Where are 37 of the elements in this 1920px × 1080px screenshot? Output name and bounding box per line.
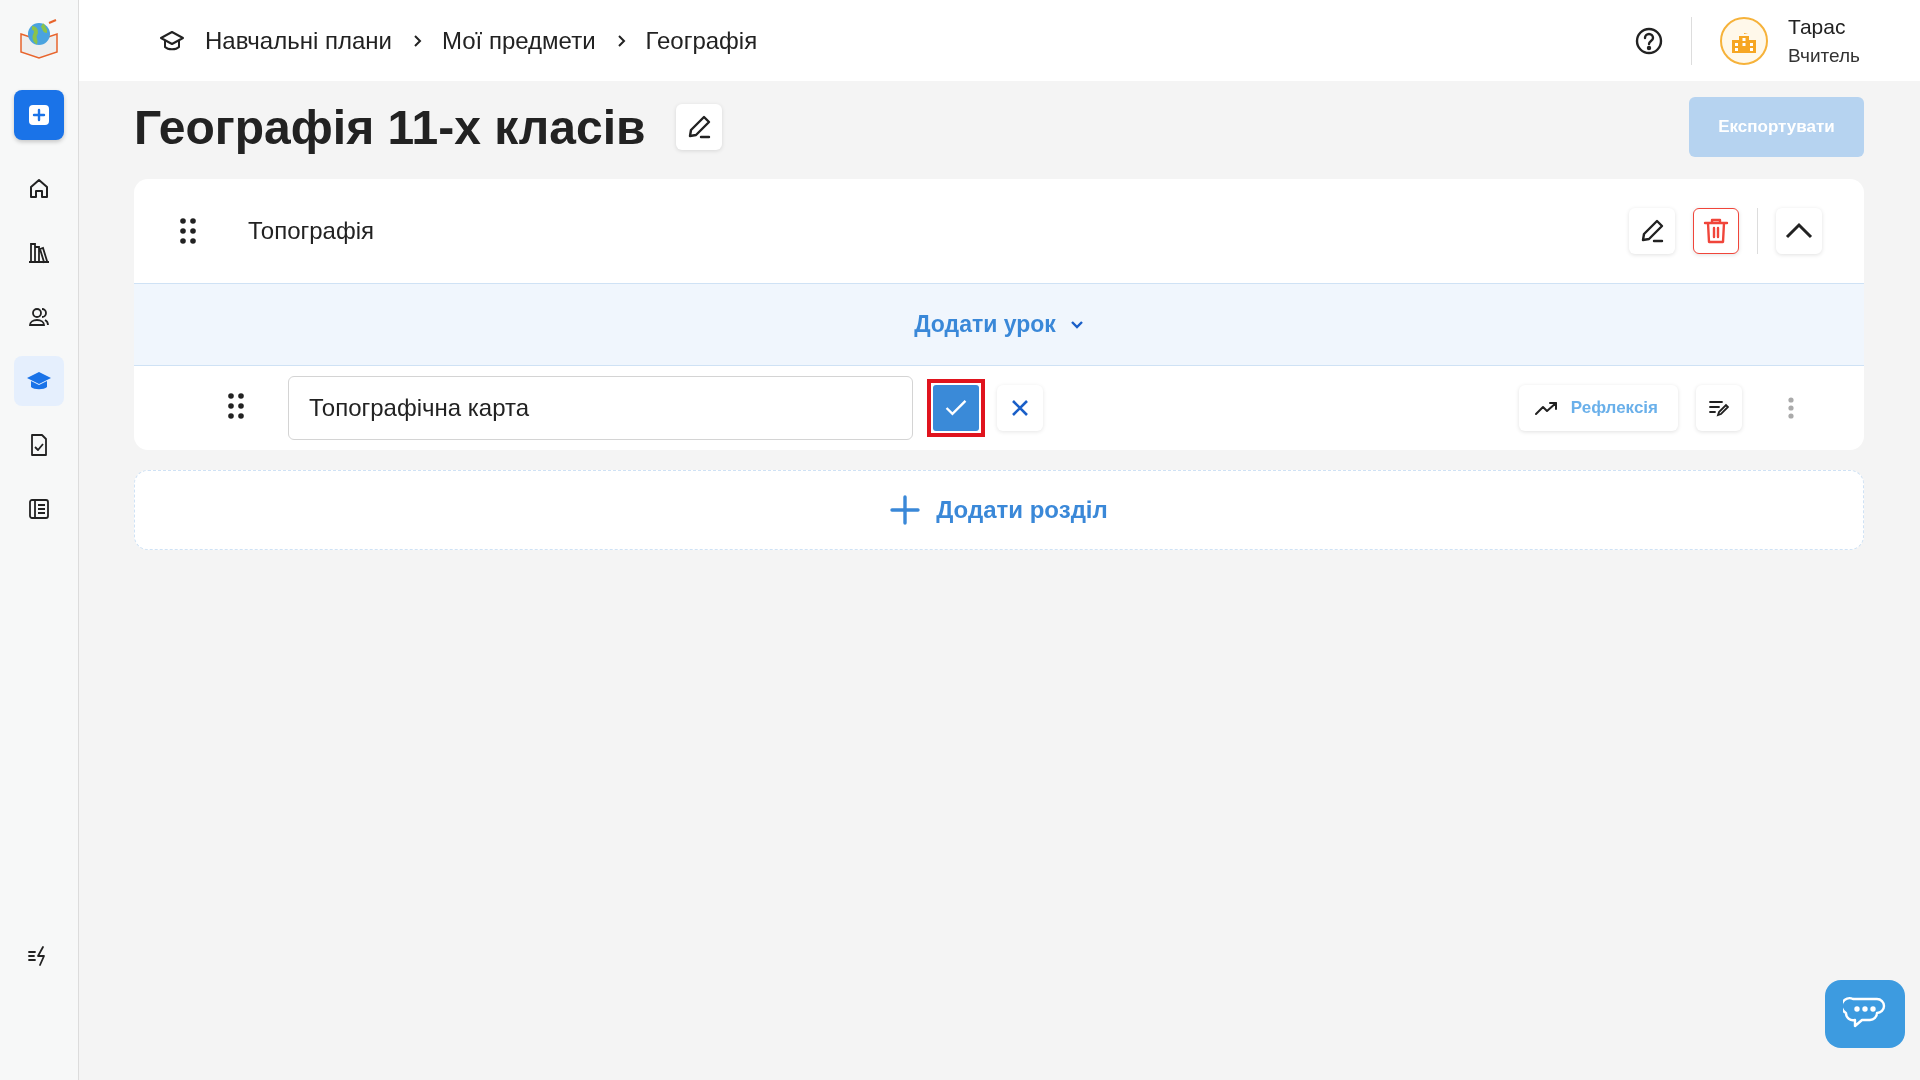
drag-handle-icon[interactable]	[228, 393, 244, 419]
notes-edit-icon	[1709, 399, 1729, 417]
collapse-button[interactable]	[1776, 208, 1822, 254]
section-title: Топографія	[248, 217, 375, 245]
cancel-button[interactable]	[997, 385, 1043, 431]
chevron-icon	[1785, 222, 1813, 240]
drag-handle-icon[interactable]	[180, 218, 196, 244]
delete-button[interactable]	[1693, 208, 1739, 254]
edit-title-button[interactable]	[675, 104, 722, 150]
user-role: Вчитель	[1788, 44, 1860, 67]
help-icon[interactable]	[1635, 26, 1664, 55]
check-icon	[933, 385, 979, 431]
books-icon	[27, 241, 51, 265]
trend-up-icon	[1534, 400, 1559, 416]
confirm-button[interactable]	[927, 379, 985, 437]
page-title: Географія 11-х класів	[134, 99, 646, 155]
users-icon	[27, 305, 51, 329]
user-name: Тарас	[1788, 14, 1847, 39]
breadcrumb-link[interactable]: Мої предмети	[442, 26, 596, 55]
edit-section-button[interactable]	[1629, 208, 1675, 254]
notes-button[interactable]	[1696, 385, 1742, 431]
breadcrumb-link[interactable]: Географія	[645, 26, 758, 55]
add-section-link[interactable]: Додати розділ	[936, 496, 1108, 524]
trash-icon	[1703, 217, 1729, 245]
chevron-right-icon	[412, 33, 422, 48]
chevron-down-icon	[1069, 319, 1084, 330]
plus-icon	[890, 495, 921, 525]
add-icon	[28, 104, 50, 126]
chevron-right-icon	[615, 33, 626, 48]
chat-button[interactable]	[1825, 980, 1905, 1048]
journal-icon	[27, 497, 51, 521]
globe-book-logo	[18, 18, 60, 60]
lesson-name-input[interactable]: Топографічна карта	[288, 376, 913, 440]
graduation-cap-icon	[159, 29, 185, 52]
home-icon	[27, 177, 51, 201]
breadcrumb-link[interactable]: Навчальні плани	[205, 26, 392, 55]
close-icon	[1010, 398, 1030, 418]
